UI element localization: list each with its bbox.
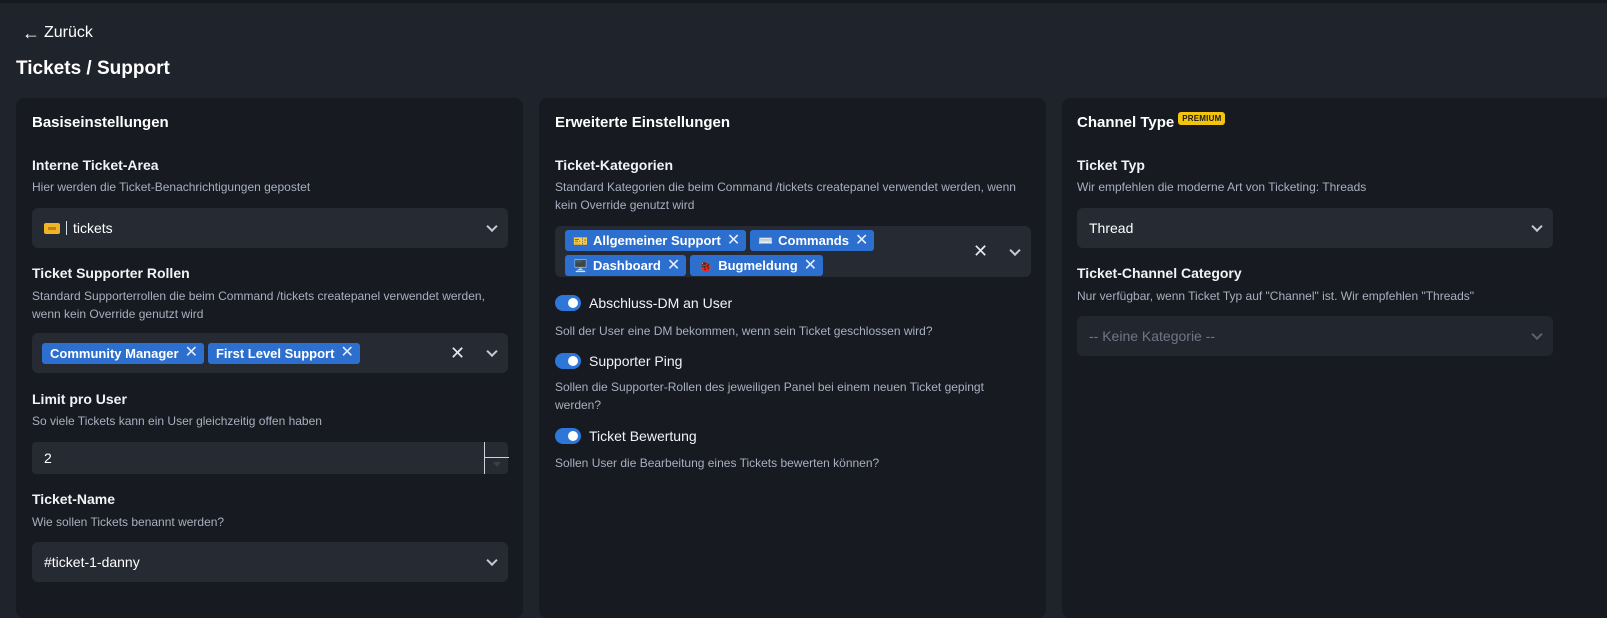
tag-label: Bugmeldung <box>718 258 798 273</box>
abschluss-dm-description: Soll der User eine DM bekommen, wenn sei… <box>555 324 933 338</box>
back-link[interactable]: ← Zurück <box>22 24 93 42</box>
channel-category-select[interactable]: -- Keine Kategorie -- <box>1077 316 1553 356</box>
toggle-label: Abschluss-DM an User <box>589 295 733 311</box>
bug-icon: 🐞 <box>698 258 714 273</box>
ticket-area-label: Interne Ticket-Area <box>32 157 159 173</box>
ticket-name-select[interactable]: #ticket-1-danny <box>32 542 508 582</box>
ticket-icon: 🎫 <box>573 233 588 248</box>
page-title: Tickets / Support <box>16 58 170 79</box>
premium-badge: PREMIUM <box>1178 112 1226 125</box>
ticket-emoji-icon <box>44 222 60 234</box>
advanced-settings-card: Erweiterte Einstellungen Ticket-Kategori… <box>539 98 1046 618</box>
ticket-area-value: tickets <box>73 220 113 236</box>
category-tag-bugmeldung: 🐞 Bugmeldung ✕ <box>690 255 824 276</box>
tag-label: Dashboard <box>592 258 661 273</box>
categories-description: Standard Kategorien die beim Command /ti… <box>555 180 1016 212</box>
ticket-type-select[interactable]: Thread <box>1077 208 1553 248</box>
remove-tag-icon[interactable]: ✕ <box>855 232 868 249</box>
supporter-roles-label: Ticket Supporter Rollen <box>32 265 190 281</box>
channel-type-title-text: Channel Type <box>1077 114 1175 131</box>
toggle-switch[interactable] <box>555 353 581 369</box>
monitor-icon: 🖥️ <box>573 258 588 273</box>
toggle-abschluss-dm[interactable]: Abschluss-DM an User <box>555 295 732 311</box>
toggle-label: Supporter Ping <box>589 353 683 369</box>
clear-all-icon[interactable]: ✕ <box>973 242 988 260</box>
basic-settings-card: Basiseinstellungen Interne Ticket-Area H… <box>16 98 523 618</box>
ticket-name-description: Wie sollen Tickets benannt werden? <box>32 515 225 529</box>
chevron-down-icon[interactable] <box>1531 328 1543 341</box>
remove-tag-icon[interactable]: ✕ <box>340 345 353 361</box>
tag-label: Commands <box>778 233 849 248</box>
ticket-type-value: Thread <box>1089 220 1134 236</box>
supporter-ping-description: Sollen die Supporter-Rollen des jeweilig… <box>555 380 984 412</box>
toggle-ticket-bewertung[interactable]: Ticket Bewertung <box>555 428 697 444</box>
number-stepper[interactable] <box>484 442 509 474</box>
toggle-knob <box>568 431 578 441</box>
tag-label: First Level Support <box>215 345 335 361</box>
arrow-left-icon: ← <box>22 23 40 43</box>
categories-multiselect[interactable]: 🎫 Allgemeiner Support ✕ ⌨️ Commands ✕ 🖥️… <box>555 226 1031 277</box>
toggle-supporter-ping[interactable]: Supporter Ping <box>555 353 682 369</box>
tag-label: Allgemeiner Support <box>592 233 721 248</box>
separator <box>66 221 67 235</box>
ticket-name-value: #ticket-1-danny <box>44 554 140 570</box>
channel-category-label: Ticket-Channel Category <box>1077 265 1242 281</box>
ticket-type-description: Wir empfehlen die moderne Art von Ticket… <box>1077 180 1367 194</box>
channel-category-placeholder: -- Keine Kategorie -- <box>1089 328 1216 344</box>
limit-description: So viele Tickets kann ein User gleichzei… <box>32 414 322 428</box>
category-tag-commands: ⌨️ Commands ✕ <box>750 230 875 251</box>
category-tag-dashboard: 🖥️ Dashboard ✕ <box>565 255 687 276</box>
ticket-area-select[interactable]: tickets <box>32 208 508 248</box>
basic-settings-title: Basiseinstellungen <box>32 114 169 131</box>
chevron-down-icon[interactable] <box>1531 220 1543 233</box>
chevron-down-icon[interactable] <box>486 345 498 358</box>
remove-tag-icon[interactable]: ✕ <box>185 345 198 361</box>
clear-all-icon[interactable]: ✕ <box>450 344 465 362</box>
advanced-settings-title: Erweiterte Einstellungen <box>555 114 731 131</box>
limit-input[interactable]: 2 <box>32 442 509 474</box>
tag-label: Community Manager <box>50 345 179 361</box>
supporter-roles-multiselect[interactable]: Community Manager ✕ First Level Support … <box>32 333 508 373</box>
ticket-area-description: Hier werden die Ticket-Benachrichtigunge… <box>32 180 311 194</box>
back-label: Zurück <box>44 24 93 41</box>
ticket-type-label: Ticket Typ <box>1077 157 1145 173</box>
toggle-switch[interactable] <box>555 428 581 444</box>
top-border <box>0 0 1607 3</box>
ticket-name-label: Ticket-Name <box>32 491 116 507</box>
remove-tag-icon[interactable]: ✕ <box>727 232 740 249</box>
limit-label: Limit pro User <box>32 391 127 407</box>
category-tag-allgemeiner-support: 🎫 Allgemeiner Support ✕ <box>565 230 747 251</box>
stepper-divider <box>485 457 509 458</box>
limit-value: 2 <box>44 450 52 466</box>
chevron-down-icon[interactable] <box>486 220 498 233</box>
stepper-down-icon[interactable] <box>493 462 501 467</box>
chevron-down-icon[interactable] <box>486 554 498 567</box>
channel-category-description: Nur verfügbar, wenn Ticket Typ auf "Chan… <box>1077 289 1475 303</box>
remove-tag-icon[interactable]: ✕ <box>667 257 680 274</box>
toggle-knob <box>568 298 578 308</box>
categories-label: Ticket-Kategorien <box>555 157 673 173</box>
ticket-bewertung-description: Sollen User die Bearbeitung eines Ticket… <box>555 456 880 470</box>
role-tag-first-level-support: First Level Support ✕ <box>207 342 360 364</box>
toggle-knob <box>568 356 578 366</box>
channel-type-title: Channel Type PREMIUM <box>1077 112 1226 131</box>
chevron-down-icon[interactable] <box>1009 244 1021 256</box>
supporter-roles-description: Standard Supporterrollen die beim Comman… <box>32 289 485 321</box>
toggle-switch[interactable] <box>555 295 581 311</box>
toggle-label: Ticket Bewertung <box>589 428 697 444</box>
remove-tag-icon[interactable]: ✕ <box>804 257 817 274</box>
role-tag-community-manager: Community Manager ✕ <box>42 342 204 364</box>
channel-type-card: Channel Type PREMIUM Ticket Typ Wir empf… <box>1062 98 1607 618</box>
keyboard-icon: ⌨️ <box>758 233 774 248</box>
